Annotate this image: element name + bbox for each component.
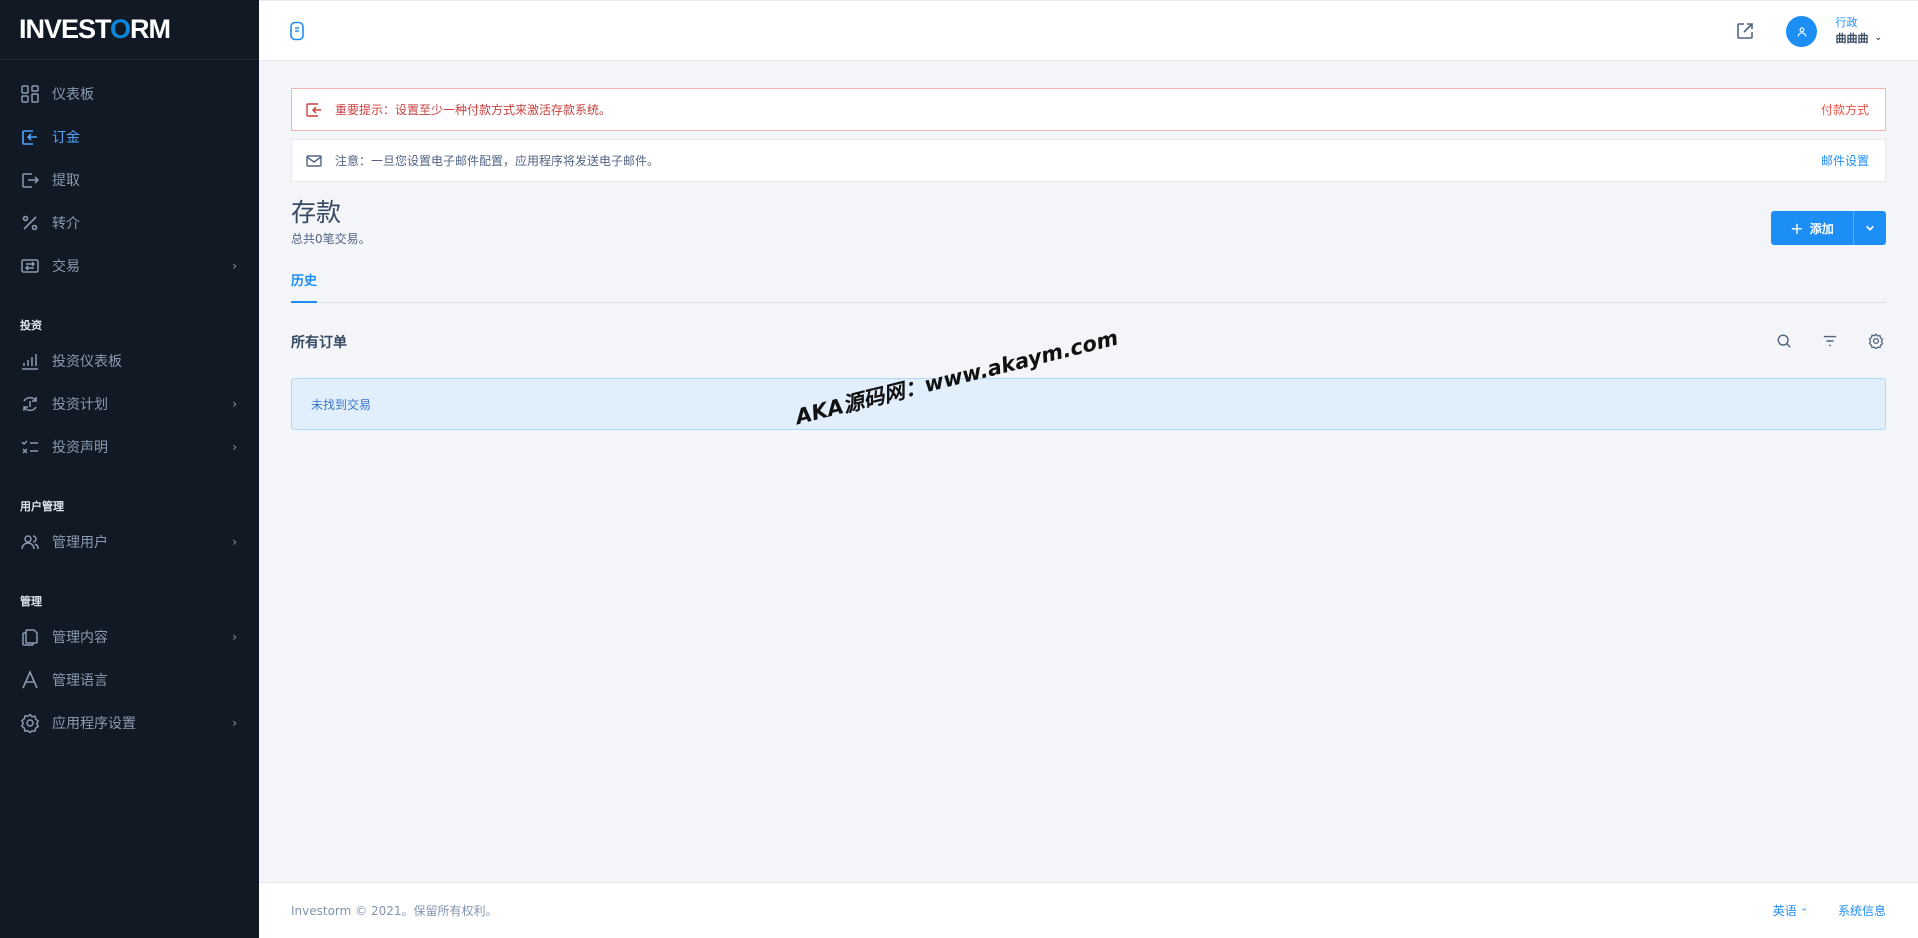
sidebar-item-referral[interactable]: 转介 (0, 201, 259, 244)
sidebar-item-dashboard[interactable]: 仪表板 (0, 72, 259, 115)
sidebar-item-label: 转介 (52, 215, 80, 232)
add-button[interactable]: + 添加 (1771, 211, 1886, 245)
user-role: 行政 (1835, 16, 1858, 29)
chevron-right-icon: › (232, 534, 237, 549)
sidebar-item-invest-dashboard[interactable]: 投资仪表板 (0, 339, 259, 382)
deposit-icon (20, 127, 40, 147)
filter-icon[interactable] (1820, 331, 1840, 351)
section-heading-user-management: 用户管理 (20, 500, 64, 513)
chevron-right-icon: › (232, 258, 237, 273)
sidebar-item-label: 投资仪表板 (52, 353, 122, 370)
sidebar-item-manage-content[interactable]: 管理内容 › (0, 615, 259, 658)
sidebar-item-deposit[interactable]: 订金 (0, 115, 259, 158)
brand-logo[interactable]: INVESTORM (0, 0, 259, 60)
search-icon[interactable] (1774, 331, 1794, 351)
mail-icon (305, 152, 323, 170)
logo-text: INVESTORM (19, 14, 171, 44)
percent-icon (20, 213, 40, 233)
tab-history[interactable]: 历史 (291, 268, 318, 303)
tab-bar: 历史 (291, 268, 1886, 303)
users-icon (20, 532, 40, 552)
refresh-dollar-icon (20, 394, 40, 414)
sidebar-item-label: 应用程序设置 (52, 715, 136, 732)
chart-bars-icon (20, 351, 40, 371)
external-link-icon[interactable] (1735, 21, 1755, 41)
user-name: 曲曲曲 (1835, 32, 1869, 45)
sidebar-item-label: 仪表板 (52, 86, 94, 103)
wallet-alert-icon (305, 101, 323, 119)
copyright: Investorm © 2021。保留所有权利。 (291, 904, 498, 918)
transactions-icon (20, 256, 40, 276)
chevron-down-icon (1866, 225, 1874, 231)
add-button-main[interactable]: + 添加 (1771, 211, 1854, 245)
sidebar: INVESTORM 仪表板 订金 提取 转介 交易 › 投资 投资仪表板 投资计… (0, 0, 259, 938)
sidebar-item-manage-users[interactable]: 管理用户 › (0, 520, 259, 563)
avatar[interactable] (1786, 16, 1817, 47)
gear-icon (20, 712, 40, 733)
main-content: 重要提示：设置至少一种付款方式来激活存款系统。 付款方式 注意：一旦您设置电子邮… (291, 88, 1886, 430)
system-info-link[interactable]: 系统信息 (1838, 902, 1886, 919)
sidebar-item-label: 提取 (52, 172, 80, 189)
chevron-right-icon: › (232, 715, 237, 730)
chevron-up-icon: ⌃ (1800, 908, 1808, 918)
sidebar-item-label: 投资计划 (52, 396, 108, 413)
add-dropdown-toggle[interactable] (1854, 211, 1886, 245)
sidebar-item-label: 交易 (52, 258, 80, 275)
plus-icon: + (1790, 218, 1804, 238)
payment-methods-link[interactable]: 付款方式 (1821, 101, 1869, 118)
notice-text: 注意：一旦您设置电子邮件配置，应用程序将发送电子邮件。 (335, 154, 660, 168)
list-check-icon (20, 437, 40, 457)
section-heading-management: 管理 (20, 595, 42, 608)
letter-a-icon (20, 669, 40, 690)
payment-alert: 重要提示：设置至少一种付款方式来激活存款系统。 付款方式 (291, 88, 1886, 131)
sidebar-item-label: 管理语言 (52, 672, 108, 689)
sidebar-item-manage-language[interactable]: 管理语言 (0, 658, 259, 701)
chevron-right-icon: › (232, 439, 237, 454)
sidebar-item-label: 投资声明 (52, 439, 108, 456)
menu-toggle-icon[interactable] (289, 21, 305, 41)
sidebar-item-label: 管理用户 (52, 534, 108, 551)
sidebar-item-label: 订金 (52, 129, 80, 146)
add-button-label: 添加 (1809, 221, 1834, 236)
sidebar-item-app-settings[interactable]: 应用程序设置 › (0, 701, 259, 744)
mail-settings-link[interactable]: 邮件设置 (1821, 152, 1869, 169)
sidebar-item-withdraw[interactable]: 提取 (0, 158, 259, 201)
page-header: 存款 总共0笔交易。 + 添加 (291, 196, 1886, 268)
chevron-right-icon: › (232, 396, 237, 411)
sidebar-item-invest-plans[interactable]: 投资计划 › (0, 382, 259, 425)
user-menu[interactable]: 行政 曲曲曲 ⌄ (1835, 15, 1882, 47)
email-notice: 注意：一旦您设置电子邮件配置，应用程序将发送电子邮件。 邮件设置 (291, 139, 1886, 182)
files-icon (20, 627, 40, 647)
dashboard-icon (20, 84, 40, 104)
sidebar-item-transactions[interactable]: 交易 › (0, 244, 259, 287)
language-label: 英语 (1772, 904, 1797, 918)
empty-state: 未找到交易 (291, 378, 1886, 430)
page-title: 存款 (291, 198, 342, 227)
section-heading-invest: 投资 (20, 319, 42, 332)
chevron-right-icon: › (232, 629, 237, 644)
sidebar-item-label: 管理内容 (52, 629, 108, 646)
withdraw-icon (20, 170, 40, 190)
alert-text: 重要提示：设置至少一种付款方式来激活存款系统。 (335, 103, 612, 117)
settings-icon[interactable] (1866, 331, 1886, 351)
page-subtitle: 总共0笔交易。 (291, 232, 371, 246)
sidebar-nav: 仪表板 订金 提取 转介 交易 › 投资 投资仪表板 投资计划 › 投资声明 ›… (0, 60, 259, 744)
footer: Investorm © 2021。保留所有权利。 英语 ⌃ 系统信息 (259, 882, 1918, 938)
top-header: 行政 曲曲曲 ⌄ (259, 0, 1918, 61)
chevron-down-icon: ⌄ (1874, 33, 1882, 43)
language-selector[interactable]: 英语 ⌃ (1773, 902, 1808, 919)
sidebar-item-invest-statements[interactable]: 投资声明 › (0, 425, 259, 468)
